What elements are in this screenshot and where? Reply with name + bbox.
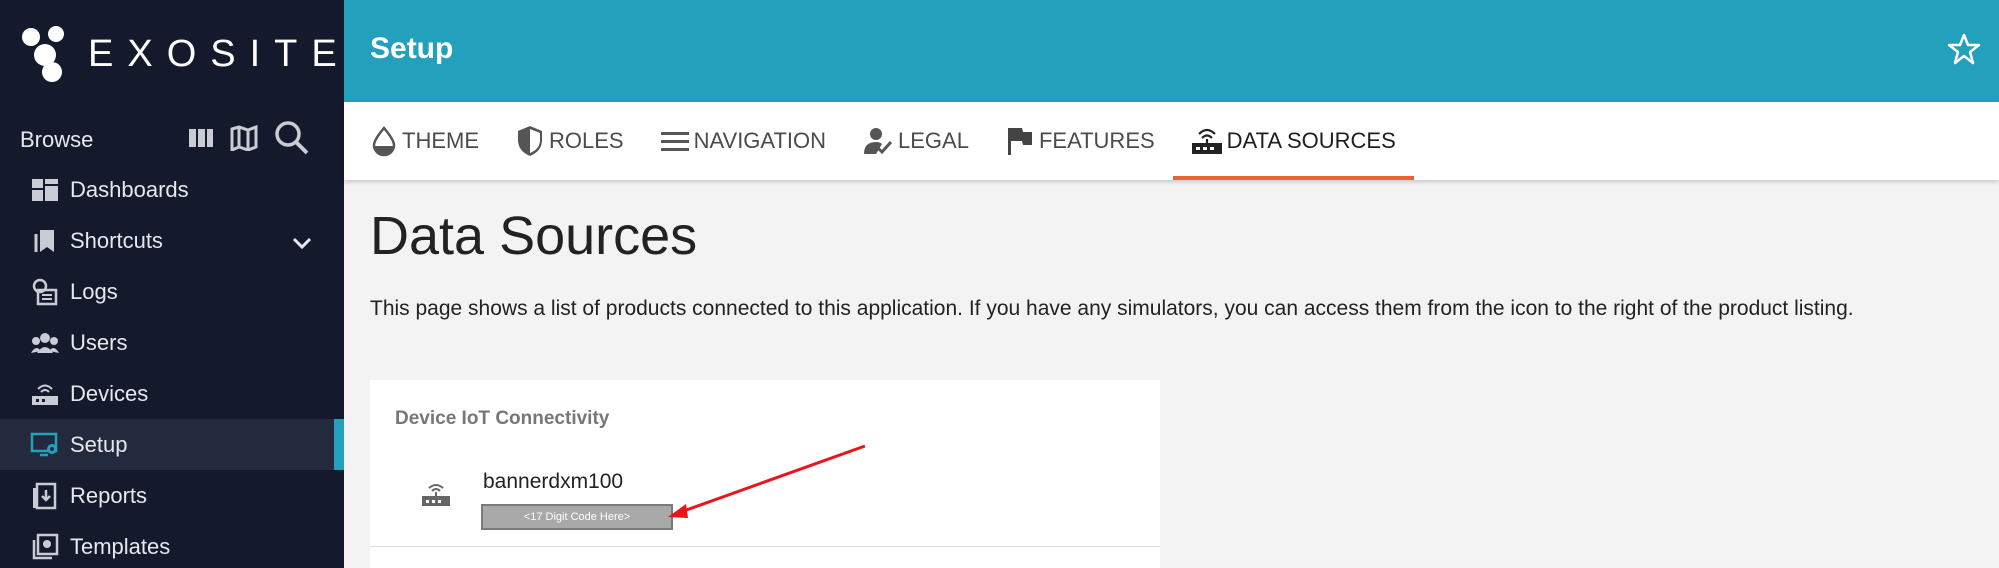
card-title: Device IoT Connectivity [395, 408, 610, 429]
sidebar-item-label: Users [70, 329, 128, 355]
sidebar-item-devices[interactable]: Devices [0, 368, 344, 419]
drop-icon [370, 125, 398, 157]
tab-label: DATA SOURCES [1226, 128, 1396, 153]
sidebar-item-label: Devices [70, 380, 149, 406]
tab-label: NAVIGATION [693, 128, 827, 153]
menu-icon [660, 129, 690, 153]
sidebar-item-label: Shortcuts [70, 227, 163, 253]
exosite-logo[interactable]: EXOSITE [20, 24, 351, 84]
product-code-field[interactable]: <17 Digit Code Here> [481, 504, 673, 530]
sidebar-item-reports[interactable]: Reports [0, 470, 344, 521]
sidebar-item-setup[interactable]: Setup [0, 419, 344, 470]
sidebar-item-label: Dashboards [70, 176, 189, 202]
sidebar-nav: Dashboards Shortcuts Logs Users Devices … [0, 164, 344, 568]
tab-roles[interactable]: ROLES [497, 102, 642, 180]
sidebar: EXOSITE Browse Dashboards Shortcuts Logs… [0, 0, 344, 568]
reports-icon [30, 481, 60, 511]
sidebar-item-dashboards[interactable]: Dashboards [0, 164, 344, 215]
browse-label: Browse [20, 127, 94, 152]
router-icon [1191, 126, 1223, 156]
tab-data-sources[interactable]: DATA SOURCES [1172, 102, 1414, 180]
sidebar-item-users[interactable]: Users [0, 317, 344, 368]
sidebar-item-templates[interactable]: Templates [0, 521, 344, 568]
columns-icon[interactable] [188, 127, 214, 154]
sidebar-item-label: Templates [70, 533, 171, 559]
logo-mark-icon [20, 24, 68, 84]
tab-label: FEATURES [1038, 128, 1155, 153]
tab-navigation[interactable]: NAVIGATION [642, 102, 844, 180]
search-icon[interactable] [274, 120, 310, 161]
tab-label: THEME [402, 128, 479, 153]
router-icon [30, 379, 60, 409]
tab-features[interactable]: FEATURES [987, 102, 1173, 180]
sidebar-item-logs[interactable]: Logs [0, 266, 344, 317]
sidebar-item-shortcuts[interactable]: Shortcuts [0, 215, 344, 266]
shield-icon [515, 124, 545, 158]
users-icon [30, 328, 60, 358]
tab-legal[interactable]: LEGAL [844, 102, 987, 180]
sidebar-item-label: Setup [70, 431, 128, 457]
tab-label: LEGAL [898, 128, 969, 153]
map-icon[interactable] [230, 124, 258, 156]
tab-label: ROLES [549, 128, 624, 153]
page-header-title: Setup [370, 32, 454, 65]
page-title: Data Sources [370, 206, 698, 266]
product-name[interactable]: bannerdxm100 [483, 470, 623, 494]
router-icon [420, 480, 452, 515]
sidebar-item-label: Reports [70, 482, 148, 508]
monitor-gear-icon [30, 430, 60, 460]
page-header: Setup [344, 0, 1999, 102]
page-description: This page shows a list of products conne… [370, 297, 1854, 320]
user-check-icon [862, 126, 894, 156]
logs-icon [30, 277, 60, 307]
star-icon[interactable] [1947, 32, 1981, 71]
browse-row: Browse [20, 120, 310, 160]
brand-name: EXOSITE [88, 32, 351, 75]
chevron-down-icon[interactable] [292, 230, 312, 256]
templates-icon [30, 532, 60, 562]
flag-icon [1005, 125, 1035, 157]
setup-tabs: THEME ROLES NAVIGATION LEGAL FEATURES DA… [344, 102, 1999, 180]
sidebar-item-label: Logs [70, 278, 118, 304]
bookmark-icon [30, 226, 60, 256]
tab-theme[interactable]: THEME [352, 102, 497, 180]
dashboard-icon [30, 175, 60, 205]
annotation-arrow-icon [660, 440, 880, 545]
